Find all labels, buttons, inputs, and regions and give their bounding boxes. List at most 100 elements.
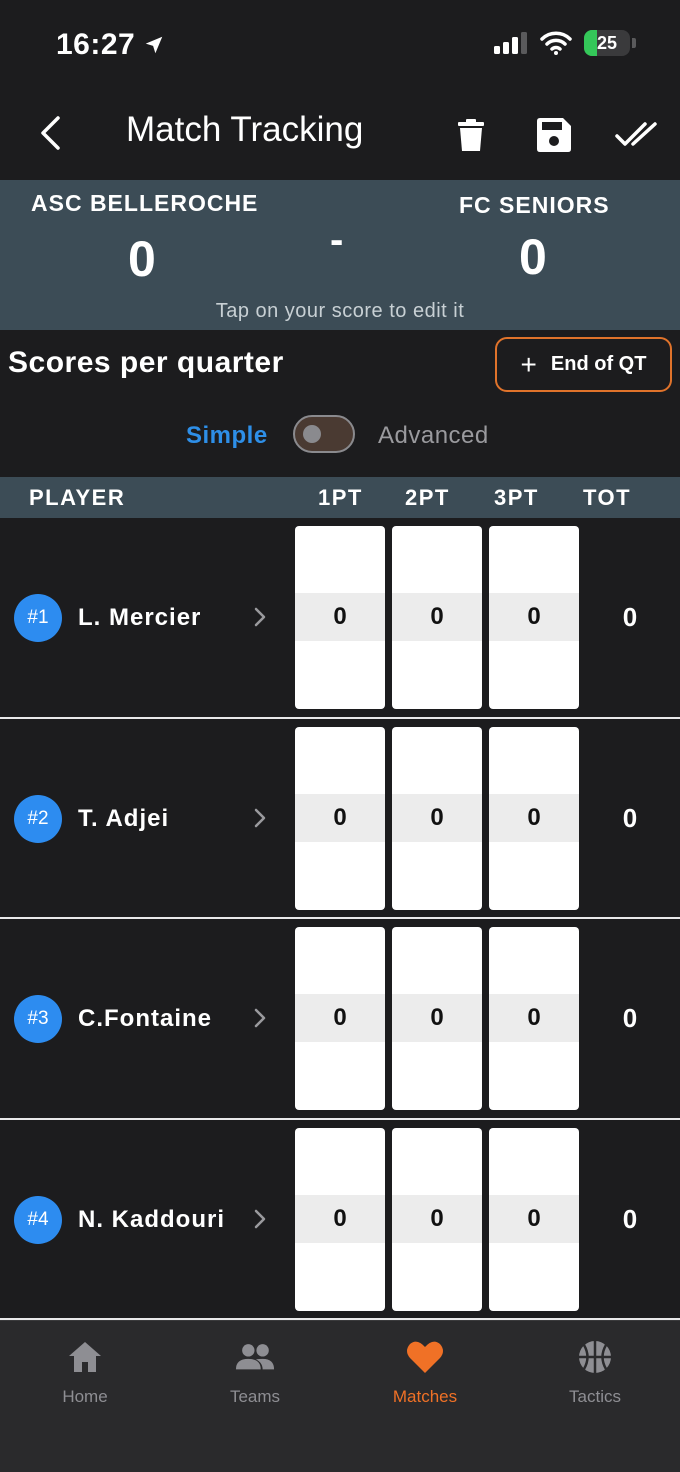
player-name[interactable]: C.Fontaine <box>78 1005 212 1033</box>
score-separator: - <box>330 218 344 262</box>
trash-icon <box>458 119 484 151</box>
status-time: 16:27 <box>56 28 136 61</box>
score-stepper-1pt[interactable]: 0 <box>295 526 385 709</box>
away-team-name: FC SENIORS <box>459 192 610 218</box>
score-value-3pt: 0 <box>489 1194 579 1243</box>
player-number-badge: #1 <box>14 594 62 642</box>
chevron-left-icon <box>41 116 60 150</box>
location-arrow-icon <box>145 36 163 54</box>
plus-icon: + <box>520 348 537 380</box>
score-value-1pt: 0 <box>295 793 385 842</box>
heart-icon <box>405 1337 445 1377</box>
player-details-button[interactable] <box>250 1206 270 1232</box>
player-name[interactable]: L. Mercier <box>78 604 201 632</box>
score-value-1pt: 0 <box>295 994 385 1042</box>
battery-level: 25 <box>596 32 618 53</box>
table-row: #1 L. Mercier 0 0 0 0 <box>0 518 680 719</box>
section-title: Scores per quarter <box>8 346 284 379</box>
nav-tactics-label: Tactics <box>569 1387 621 1406</box>
column-header-1pt: 1PT <box>318 485 363 510</box>
chevron-right-icon <box>254 1209 266 1228</box>
player-total: 0 <box>622 802 638 833</box>
score-stepper-3pt[interactable]: 0 <box>489 726 579 910</box>
home-score[interactable]: 0 <box>128 230 156 288</box>
nav-home-label: Home <box>62 1387 108 1406</box>
score-value-3pt: 0 <box>489 593 579 641</box>
nav-matches-label: Matches <box>392 1387 458 1406</box>
player-total: 0 <box>622 602 638 632</box>
chevron-right-icon <box>254 808 266 827</box>
score-stepper-2pt[interactable]: 0 <box>392 927 482 1110</box>
score-stepper-2pt[interactable]: 0 <box>392 726 482 910</box>
page-title: Match Tracking <box>126 110 364 149</box>
score-value-2pt: 0 <box>392 1194 482 1243</box>
header: Match Tracking <box>0 90 680 180</box>
player-details-button[interactable] <box>250 1005 270 1031</box>
player-name[interactable]: T. Adjei <box>78 805 169 833</box>
score-stepper-1pt[interactable]: 0 <box>295 1127 385 1311</box>
player-details-button[interactable] <box>250 805 270 831</box>
end-of-quarter-label: End of QT <box>550 353 647 375</box>
score-stepper-2pt[interactable]: 0 <box>392 1127 482 1311</box>
player-details-button[interactable] <box>250 604 270 630</box>
chevron-right-icon <box>254 1008 266 1028</box>
nav-teams-label: Teams <box>229 1387 281 1406</box>
bottom-nav: Home Teams Matches Tactics <box>0 1320 680 1472</box>
score-value-2pt: 0 <box>392 793 482 842</box>
delete-button[interactable] <box>446 110 496 160</box>
score-value-1pt: 0 <box>295 593 385 641</box>
end-of-quarter-button[interactable]: + End of QT <box>495 337 672 392</box>
score-stepper-3pt[interactable]: 0 <box>489 1127 579 1311</box>
score-stepper-2pt[interactable]: 0 <box>392 526 482 709</box>
column-header-tot: TOT <box>583 485 632 510</box>
mode-simple-label[interactable]: Simple <box>186 422 268 450</box>
score-stepper-3pt[interactable]: 0 <box>489 526 579 709</box>
chevron-right-icon <box>254 607 266 627</box>
score-value-1pt: 0 <box>295 1194 385 1243</box>
status-bar: 16:27 25 <box>0 0 680 90</box>
player-list: #1 L. Mercier 0 0 0 0 #2 T. Adjei 0 0 0 … <box>0 518 680 1320</box>
home-icon <box>65 1337 105 1377</box>
back-button[interactable] <box>28 108 72 158</box>
column-header-2pt: 2PT <box>405 485 450 510</box>
player-total: 0 <box>622 1003 638 1033</box>
basketball-icon <box>575 1337 615 1377</box>
mode-toggle[interactable] <box>293 415 355 453</box>
nav-tactics[interactable]: Tactics <box>510 1337 680 1407</box>
save-button[interactable] <box>529 110 579 160</box>
people-icon <box>235 1337 275 1377</box>
signal-icon <box>494 32 527 54</box>
score-stepper-1pt[interactable]: 0 <box>295 726 385 910</box>
nav-matches[interactable]: Matches <box>340 1337 510 1407</box>
player-number-badge: #4 <box>14 1195 62 1244</box>
battery-icon: 25 <box>584 30 630 56</box>
player-total: 0 <box>622 1203 638 1234</box>
player-name[interactable]: N. Kaddouri <box>78 1206 225 1234</box>
home-team-name: ASC BELLEROCHE <box>31 190 259 216</box>
score-value-3pt: 0 <box>489 994 579 1042</box>
double-check-icon <box>615 122 657 146</box>
table-row: #2 T. Adjei 0 0 0 0 <box>0 719 680 919</box>
away-score[interactable]: 0 <box>519 228 547 286</box>
table-row: #4 N. Kaddouri 0 0 0 0 <box>0 1120 680 1320</box>
player-number-badge: #2 <box>14 794 62 843</box>
toggle-knob <box>303 425 321 443</box>
nav-home[interactable]: Home <box>0 1337 170 1407</box>
column-header-player: PLAYER <box>29 485 126 510</box>
wifi-icon <box>540 31 572 55</box>
player-number-badge: #3 <box>14 995 62 1043</box>
nav-teams[interactable]: Teams <box>170 1337 340 1407</box>
scoreboard: ASC BELLEROCHE 0 - FC SENIORS 0 Tap on y… <box>0 180 680 330</box>
table-header: PLAYER 1PT 2PT 3PT TOT <box>0 477 680 518</box>
mode-switch-row: Simple Advanced <box>0 412 680 458</box>
score-value-3pt: 0 <box>489 793 579 842</box>
score-stepper-1pt[interactable]: 0 <box>295 927 385 1110</box>
score-value-2pt: 0 <box>392 994 482 1042</box>
mode-advanced-label[interactable]: Advanced <box>378 422 489 450</box>
finish-match-button[interactable] <box>612 110 662 160</box>
score-edit-hint: Tap on your score to edit it <box>215 300 465 322</box>
column-header-3pt: 3PT <box>494 485 539 510</box>
table-row: #3 C.Fontaine 0 0 0 0 <box>0 919 680 1120</box>
score-stepper-3pt[interactable]: 0 <box>489 927 579 1110</box>
score-value-2pt: 0 <box>392 593 482 641</box>
